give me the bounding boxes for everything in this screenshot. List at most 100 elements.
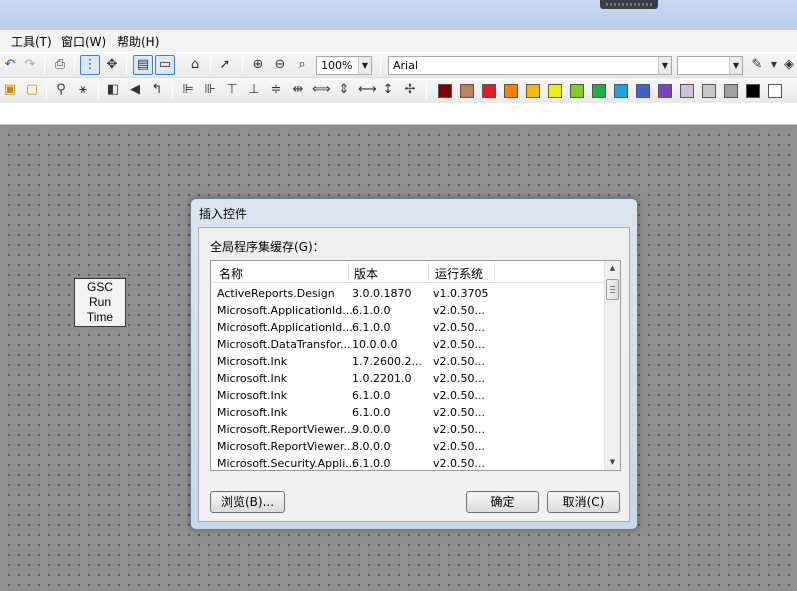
zoom-value: 100% xyxy=(321,59,353,72)
color-swatch[interactable] xyxy=(482,84,496,98)
report-explorer-icon[interactable]: ▤ xyxy=(133,55,153,75)
color-swatch[interactable] xyxy=(614,84,628,98)
zoom-combo[interactable]: 100% ▼ xyxy=(316,56,372,75)
scroll-thumb[interactable] xyxy=(606,279,619,300)
cell-runtime: v2.0.50... xyxy=(433,423,485,436)
pen-color-icon[interactable]: ✎ xyxy=(749,57,765,73)
cell-runtime: v2.0.50... xyxy=(433,338,485,351)
size-both-icon[interactable]: ✢ xyxy=(402,82,418,98)
bring-to-front-icon[interactable]: ▣ xyxy=(2,82,18,98)
cell-name: Microsoft.Security.Appli... xyxy=(217,457,356,470)
menu-help[interactable]: 帮助(H) xyxy=(115,33,161,50)
table-row[interactable]: Microsoft.Ink 1.7.2600.2... v2.0.50... xyxy=(211,353,605,370)
gsc-runtime-control[interactable]: GSC Run Time xyxy=(74,278,126,327)
separator xyxy=(172,82,173,99)
color-swatch[interactable] xyxy=(570,84,584,98)
color-swatch[interactable] xyxy=(438,84,452,98)
cell-name: Microsoft.ApplicationId.... xyxy=(217,321,357,334)
color-swatch[interactable] xyxy=(658,84,672,98)
snap-to-grid-icon[interactable]: ✥ xyxy=(104,57,120,73)
table-row[interactable]: Microsoft.ApplicationId.... 6.1.0.0 v2.0.5… xyxy=(211,319,605,336)
zoom-in-icon[interactable]: ⊕ xyxy=(250,57,266,73)
table-row[interactable]: Microsoft.ReportViewer.... 9.0.0.0 v2.0.50… xyxy=(211,421,605,438)
table-row[interactable]: Microsoft.Ink 6.1.0.0 v2.0.50... xyxy=(211,404,605,421)
ok-button[interactable]: 确定 xyxy=(466,491,539,513)
align-left-icon[interactable]: ◧ xyxy=(105,82,121,98)
align-lefts-icon[interactable]: ⊫ xyxy=(180,82,196,98)
align-center-icon[interactable]: ◀ xyxy=(127,82,143,98)
cell-version: 6.1.0.0 xyxy=(352,389,391,402)
align-bottoms-icon[interactable]: ⊥ xyxy=(246,82,262,98)
column-divider xyxy=(494,263,495,281)
chevron-down-icon[interactable]: ▼ xyxy=(729,57,742,74)
color-swatch[interactable] xyxy=(724,84,738,98)
redo-icon[interactable]: ↷ xyxy=(22,57,38,73)
color-swatch[interactable] xyxy=(702,84,716,98)
brush-icon[interactable]: ⚹ xyxy=(75,82,91,98)
font-size-combo[interactable]: ▼ xyxy=(677,56,743,75)
color-swatch[interactable] xyxy=(526,84,540,98)
cell-runtime: v2.0.50... xyxy=(433,440,485,453)
font-name-value: Arial xyxy=(393,59,418,72)
color-swatch[interactable] xyxy=(592,84,606,98)
color-swatch[interactable] xyxy=(746,84,760,98)
scroll-up-icon[interactable]: ▲ xyxy=(605,261,620,276)
show-grid-icon[interactable]: ⋮ xyxy=(80,55,100,75)
properties-icon[interactable]: ⌂ xyxy=(187,57,203,73)
size-width-icon[interactable]: ⟷ xyxy=(358,82,377,98)
table-row[interactable]: Microsoft.Ink 1.0.2201.0 v2.0.50... xyxy=(211,370,605,387)
undo-icon[interactable]: ↶ xyxy=(2,57,18,73)
toolbox-icon[interactable]: ▭ xyxy=(155,55,175,75)
separator xyxy=(242,57,243,74)
control-text-line: GSC xyxy=(86,280,113,294)
distribute-horizontal-icon[interactable]: ⇹ xyxy=(290,82,306,98)
table-row[interactable]: Microsoft.Security.Appli... 6.1.0.0 v2.0.5… xyxy=(211,455,605,470)
make-same-height-icon[interactable]: ⇕ xyxy=(336,82,352,98)
table-row[interactable]: Microsoft.ApplicationId.... 6.1.0.0 v2.0.5… xyxy=(211,302,605,319)
scroll-down-icon[interactable]: ▼ xyxy=(605,455,620,470)
fill-color-icon[interactable]: ◈ xyxy=(781,57,797,73)
align-middles-icon[interactable]: ≑ xyxy=(268,82,284,98)
table-row[interactable]: Microsoft.Ink 6.1.0.0 v2.0.50... xyxy=(211,387,605,404)
align-centers-icon[interactable]: ⊪ xyxy=(202,82,218,98)
zoom-fit-icon[interactable]: ⌕ xyxy=(294,57,310,73)
size-height-icon[interactable]: ↕ xyxy=(380,82,396,98)
print-icon[interactable]: ⎙ xyxy=(52,57,68,73)
column-header-version[interactable]: 版本 xyxy=(354,265,378,282)
assembly-list[interactable]: 名称 版本 运行系统 ActiveReports.Design 3.0.0.187… xyxy=(210,260,621,471)
chevron-down-icon[interactable]: ▼ xyxy=(658,57,671,74)
cell-runtime: v2.0.50... xyxy=(433,321,485,334)
send-to-back-icon[interactable]: ▢ xyxy=(24,82,40,98)
chevron-down-icon[interactable]: ▼ xyxy=(766,57,782,73)
font-name-combo[interactable]: Arial ▼ xyxy=(388,56,672,75)
vertical-scrollbar[interactable]: ▲ ▼ xyxy=(604,261,620,470)
color-swatch[interactable] xyxy=(504,84,518,98)
zoom-out-icon[interactable]: ⊖ xyxy=(272,57,288,73)
column-header-name[interactable]: 名称 xyxy=(219,265,243,282)
chevron-down-icon[interactable]: ▼ xyxy=(358,57,371,74)
cell-version: 6.1.0.0 xyxy=(352,457,391,470)
column-header-runtime[interactable]: 运行系统 xyxy=(435,265,483,282)
cancel-button[interactable]: 取消(C) xyxy=(547,491,620,513)
separator xyxy=(46,82,47,99)
align-right-icon[interactable]: ↰ xyxy=(149,82,165,98)
pointer-help-icon[interactable]: ➚ xyxy=(217,57,233,73)
magic-wand-icon[interactable]: ⚲ xyxy=(53,82,69,98)
menu-window[interactable]: 窗口(W) xyxy=(59,33,108,50)
separator xyxy=(380,57,381,74)
browse-button[interactable]: 浏览(B)... xyxy=(210,491,285,513)
table-row[interactable]: ActiveReports.Design 3.0.0.1870 v1.0.3705 xyxy=(211,285,605,302)
menu-tools[interactable]: 工具(T) xyxy=(9,33,54,50)
make-same-width-icon[interactable]: ⟺ xyxy=(312,82,331,98)
align-tops-icon[interactable]: ⊤ xyxy=(224,82,240,98)
color-swatch[interactable] xyxy=(548,84,562,98)
cell-name: Microsoft.Ink xyxy=(217,355,288,368)
color-swatch[interactable] xyxy=(768,84,782,98)
color-swatch[interactable] xyxy=(680,84,694,98)
color-swatch[interactable] xyxy=(636,84,650,98)
table-row[interactable]: Microsoft.ReportViewer... 8.0.0.0 v2.0.50.… xyxy=(211,438,605,455)
cell-name: Microsoft.DataTransfor... xyxy=(217,338,351,351)
table-row[interactable]: Microsoft.DataTransfor... 10.0.0.0 v2.0.50… xyxy=(211,336,605,353)
color-swatch[interactable] xyxy=(460,84,474,98)
cell-runtime: v2.0.50... xyxy=(433,457,485,470)
